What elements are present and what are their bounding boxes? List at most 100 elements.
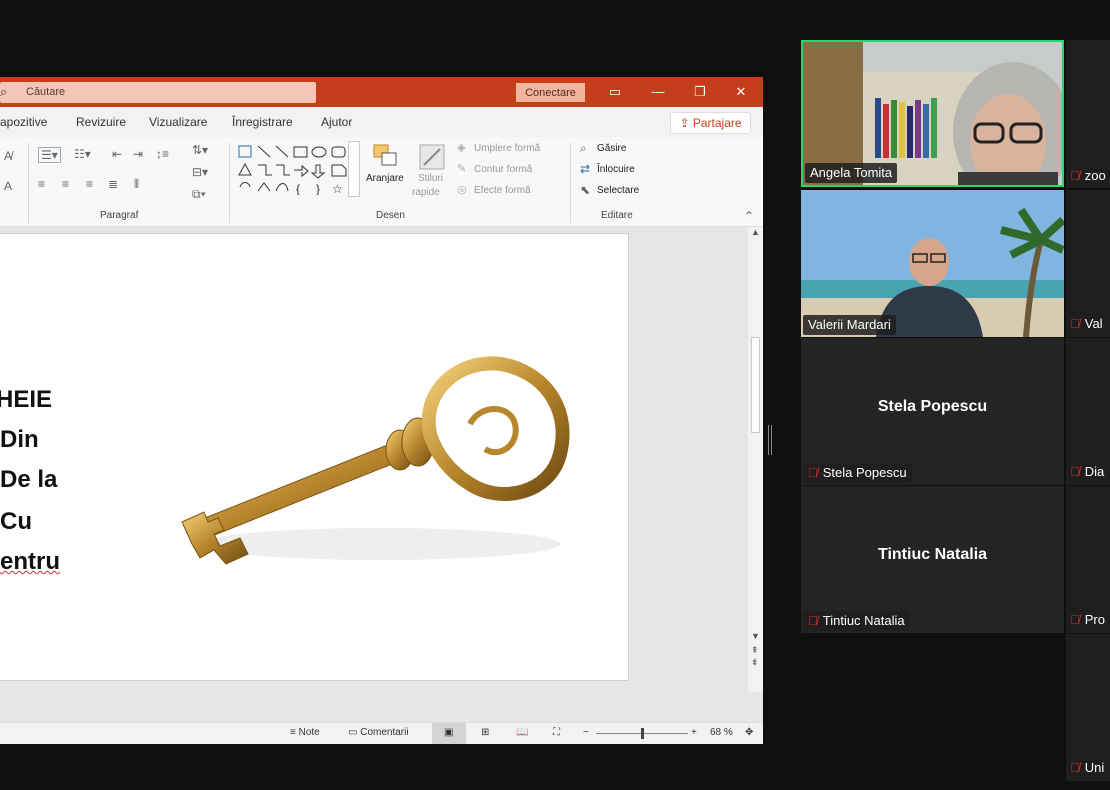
arrange-icon[interactable] [372,143,402,171]
tab-view[interactable]: Vizualizare [149,115,207,129]
vertical-scrollbar[interactable]: ▲ ▼ ⇞ ⇟ [748,227,763,667]
slide-text-line: entru [0,548,60,575]
zoom-in-icon[interactable]: + [691,727,697,738]
participant-tile-partial[interactable]: 🎙̸ Dia [1066,338,1110,485]
participant-tile-partial[interactable]: 🎙̸ Pro [1066,486,1110,633]
participant-tile[interactable]: Tintiuc Natalia 🎙̸ Tintiuc Natalia [801,486,1064,633]
zoom-slider[interactable] [596,728,688,739]
text-direction-icon[interactable]: ⇅▾ [192,143,208,157]
connect-button[interactable]: Conectare [516,83,585,102]
shape-fill-icon[interactable]: ◈ [457,141,465,154]
participant-tile[interactable]: Valerii Mardari [801,190,1064,337]
notes-pane[interactable] [0,692,763,722]
zoom-out-icon[interactable]: − [583,727,589,738]
scroll-up-icon[interactable]: ▲ [751,227,760,237]
participant-tile-partial[interactable]: 🎙̸ Uni [1066,634,1110,781]
slide-text-line: HEIE [0,386,53,413]
tab-help[interactable]: Ajutor [321,115,352,129]
participant-name-text: Uni [1084,760,1105,775]
restore-icon[interactable]: ❐ [690,82,710,102]
shape-outline-label[interactable]: Contur formă [474,164,532,175]
status-bar: ≡ Note ▭ Comentarii ▣ ⊞ 📖 ⛶ − + 68 % ✥ [0,722,763,744]
quick-styles-icon[interactable] [418,143,446,171]
ribbon: A̸ A ☰▾ ☷▾ ⇤ ⇥ ↕≡ ≡ ≡ ≡ ≣ ⫴ ⇅▾ ⊟▾ ⧉▾ Par… [0,137,763,227]
quick-styles-label[interactable]: Stiluri [418,173,443,184]
replace-icon[interactable]: ⇄ [580,162,590,176]
quick-styles-label-2[interactable]: rapide [412,187,440,198]
tab-review[interactable]: Revizuire [76,115,126,129]
select-label[interactable]: Selectare [597,185,639,196]
prev-slide-icon[interactable]: ⇞ [751,645,759,656]
minimize-icon[interactable]: — [648,82,668,102]
golden-key-image [181,356,570,565]
replace-label[interactable]: Înlocuire [597,164,635,175]
mic-muted-icon: 🎙̸ [1070,316,1080,331]
participant-name-label: 🎙̸ Pro [1070,610,1105,630]
clear-format-icon[interactable]: A̸ [4,149,12,163]
shape-fill-label[interactable]: Umplere formă [474,143,540,154]
increase-indent-icon[interactable]: ⇥ [133,147,143,161]
participant-name-label: Valerii Mardari [803,315,896,335]
group-label-paragraph: Paragraf [100,210,139,221]
columns-icon[interactable]: ⫴ [134,177,139,192]
svg-text:☆: ☆ [332,182,343,195]
numbering-icon[interactable]: ☷▾ [74,147,91,161]
powerpoint-window: ⌕ Căutare Conectare ▭ — ❐ ✕ apozitive Re… [0,77,763,744]
notes-button[interactable]: ≡ Note [290,727,320,738]
normal-view-icon[interactable]: ▣ [432,723,466,744]
scroll-thumb[interactable] [751,337,760,433]
slide-sorter-icon[interactable]: ⊞ [481,727,489,738]
shapes-scroll[interactable] [348,141,360,197]
participant-tile[interactable]: Stela Popescu 🎙̸ Stela Popescu [801,338,1064,485]
next-slide-icon[interactable]: ⇟ [751,657,759,668]
svg-text:}: } [316,182,320,195]
participant-tile[interactable]: Angela Tomita [801,40,1064,187]
shapes-gallery[interactable]: { } ☆ [236,143,362,195]
font-color-icon[interactable]: A [4,179,12,193]
slide-text-line: Din [0,426,39,453]
zoom-level[interactable]: 68 % [710,727,733,738]
close-icon[interactable]: ✕ [731,82,751,102]
decrease-indent-icon[interactable]: ⇤ [112,147,122,161]
share-button[interactable]: ⇪ Partajare [670,112,751,134]
participant-name-text: Dia [1084,464,1105,479]
ribbon-display-icon[interactable]: ▭ [605,82,625,102]
panel-splitter[interactable] [768,425,772,455]
arrange-label[interactable]: Aranjare [366,173,404,184]
bullets-icon[interactable]: ☰▾ [38,147,61,163]
group-label-drawing: Desen [376,210,405,221]
comments-button[interactable]: ▭ Comentarii [348,727,409,738]
reading-view-icon[interactable]: 📖 [516,727,528,738]
find-label[interactable]: Găsire [597,143,626,154]
fit-slide-icon[interactable]: ✥ [745,727,753,738]
find-icon[interactable]: ⌕ [580,141,587,156]
shape-effects-label[interactable]: Efecte formă [474,185,531,196]
slideshow-icon[interactable]: ⛶ [553,727,560,738]
mic-muted-icon: 🎙̸ [1070,464,1080,479]
notes-icon: ≡ [290,727,296,738]
participant-name-text: Tintiuc Natalia [822,613,905,628]
slide-text-line: Cu [0,508,32,535]
align-center-icon[interactable]: ≡ [62,177,69,191]
line-spacing-icon[interactable]: ↕≡ [156,147,169,161]
shape-effects-icon[interactable]: ◎ [457,183,467,196]
collapse-ribbon-icon[interactable]: ⌃ [744,209,754,223]
align-text-icon[interactable]: ⊟▾ [192,165,208,179]
participant-tile-partial[interactable]: 🎙̸ zoo [1066,40,1110,188]
search-box[interactable]: ⌕ Căutare [0,82,316,103]
zoom-slider-thumb[interactable] [640,728,644,739]
share-icon: ⇪ [679,116,690,130]
mic-muted-icon: 🎙̸ [1070,168,1080,183]
justify-icon[interactable]: ≣ [108,177,118,191]
align-left-icon[interactable]: ≡ [38,177,45,191]
tab-slideshow[interactable]: apozitive [0,115,47,129]
smartart-icon[interactable]: ⧉▾ [192,187,206,202]
mic-muted-icon: 🎙̸ [1070,760,1080,775]
scroll-down-icon[interactable]: ▼ [751,631,760,641]
mic-muted-icon: 🎙̸ [808,465,818,480]
tab-record[interactable]: Înregistrare [232,115,293,129]
participant-tile-partial[interactable]: 🎙̸ Val [1066,190,1110,337]
align-right-icon[interactable]: ≡ [86,177,93,191]
select-icon[interactable]: ⬉ [580,183,590,197]
shape-outline-icon[interactable]: ✎ [457,162,466,175]
